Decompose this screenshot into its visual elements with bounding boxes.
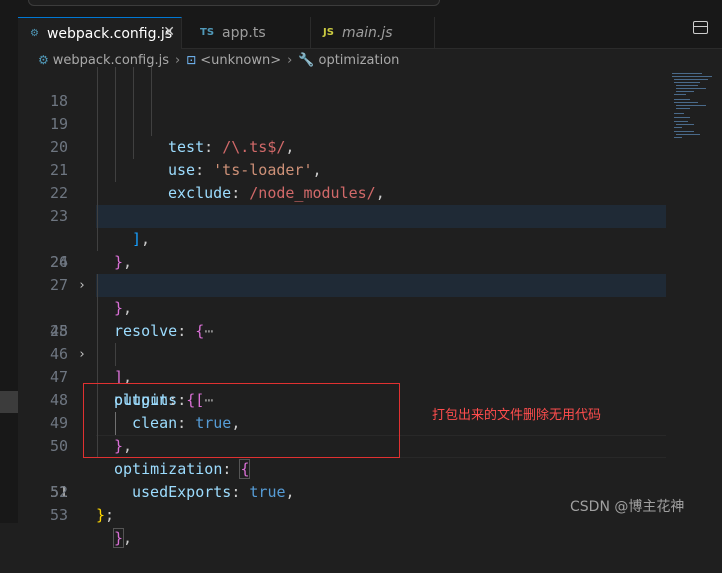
gear-icon: ⚙ [30,28,39,39]
object-icon: ⊡ [186,53,197,67]
breadcrumb-symbol[interactable]: <unknown> [200,53,281,68]
wrench-icon: 🔧 [298,52,315,68]
tab-label: main.js [341,24,393,41]
tab-main-js[interactable]: JS main.js [311,17,435,48]
chevron-right-icon: › [287,52,293,68]
code-line: 53 [18,481,666,524]
gear-icon: ⚙ [38,53,49,67]
code-line: 27 [18,251,666,294]
code-line: 46 output: { [18,320,666,409]
annotation-box [83,383,400,458]
annotation-text: 打包出来的文件删除无用代码 [432,408,602,423]
breadcrumb-file[interactable]: webpack.config.js [53,53,169,68]
tab-bar: ⚙ webpack.config.js ✕ TS app.ts JS main.… [18,17,722,49]
close-icon[interactable]: ✕ [163,24,175,40]
code-line: 47 clean: true, [18,343,666,432]
code-line: 22 ], [18,159,666,248]
tab-webpack-config[interactable]: ⚙ webpack.config.js ✕ [18,17,182,49]
code-line: 19 use: 'ts-loader', [18,90,666,179]
code-line: 18 test: /\.ts$/, [18,67,666,156]
activity-bar [0,17,18,523]
code-line-folded: 28 › plugins: [⋯ [18,274,666,409]
activity-bar-active-marker [0,391,18,413]
javascript-icon: JS [323,27,334,38]
code-line: 20 exclude: /node_modules/, [18,113,666,202]
code-line: 23 }, [18,182,666,271]
code-line: 26 }, [18,228,666,317]
code-line: 21 }, [18,136,666,225]
tab-label: app.ts [222,24,266,41]
code-line-folded: 24 › resolve: {⋯ [18,205,666,340]
code-line: 45 ], [18,297,666,386]
breadcrumb-section[interactable]: optimization [319,53,400,68]
code-line: 52 }; [18,458,666,524]
tab-label: webpack.config.js [46,25,173,42]
command-center[interactable] [28,0,440,6]
chevron-right-icon: › [174,52,181,68]
minimap[interactable] [668,71,722,171]
title-strip [0,0,722,17]
tab-app-ts[interactable]: TS app.ts [188,17,311,48]
line-number: 53 [49,506,68,524]
split-editor-icon[interactable] [693,21,708,34]
typescript-icon: TS [200,27,215,38]
watermark: CSDN @博主花神 [570,499,685,515]
